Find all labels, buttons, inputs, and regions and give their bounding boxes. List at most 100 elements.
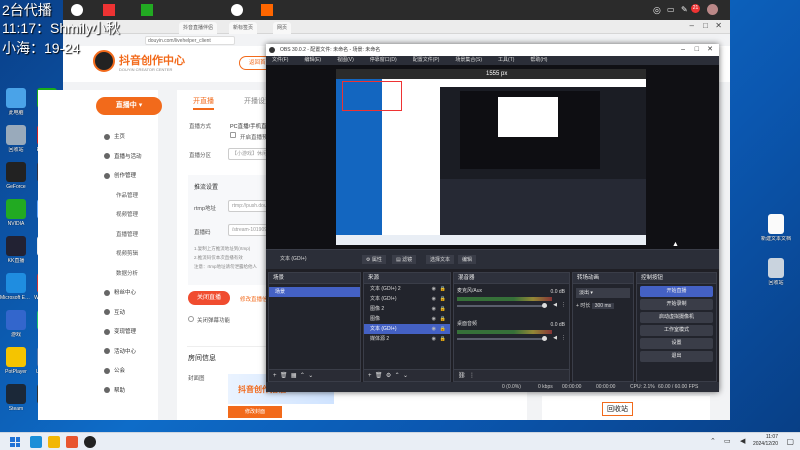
app-icon[interactable] — [66, 436, 78, 448]
tab-2[interactable]: 新标签页 — [229, 22, 258, 34]
source-item[interactable]: 文本 (GDI+) ◉ 🔒 — [364, 294, 450, 304]
menu-item[interactable]: 停靠窗口(D) — [370, 57, 397, 63]
trash-icon[interactable]: 🗑 — [280, 373, 288, 379]
sidebar-item[interactable]: 创作管理 — [104, 171, 136, 179]
edit-button[interactable]: 编辑 — [458, 255, 477, 264]
eye-icon[interactable]: ◉ — [432, 284, 436, 294]
minimize-icon[interactable]: – — [690, 21, 694, 30]
control-button[interactable]: 开始录制 — [640, 299, 713, 310]
preview-checkbox[interactable] — [230, 132, 236, 138]
gear-icon[interactable]: ⋮ — [561, 335, 566, 341]
eye-icon[interactable]: ◉ — [432, 304, 436, 314]
gear-icon[interactable]: ⚙ — [386, 373, 391, 379]
desktop-icon-recycle[interactable]: 回收站 — [760, 258, 792, 286]
menu-item[interactable]: 视图(V) — [337, 57, 354, 63]
control-button[interactable]: 启动虚拟摄像机 — [640, 312, 713, 323]
address-bar[interactable]: douyin.com/livehelper_client — [145, 36, 235, 45]
control-button[interactable]: 工作室模式 — [640, 325, 713, 336]
select-text-button[interactable]: 选择文本 — [426, 255, 455, 264]
gear-icon[interactable]: ⋮ — [561, 302, 566, 308]
sidebar-item[interactable]: 数据分析 — [116, 269, 138, 277]
lock-icon[interactable]: 🔒 — [440, 334, 446, 344]
desktop-icon-text-doc[interactable]: 新建文本文档 — [760, 214, 792, 242]
control-button[interactable]: 设置 — [640, 338, 713, 349]
duration-input[interactable]: 300 ms — [591, 303, 615, 309]
up-icon[interactable]: ⌃ — [395, 373, 400, 379]
edge-icon[interactable] — [30, 436, 42, 448]
tab-1[interactable]: 抖音直播伴侣 — [179, 22, 218, 34]
sidebar-item[interactable]: 视频管理 — [116, 210, 138, 218]
properties-button[interactable]: ⚙ 属性 — [362, 255, 386, 264]
tab-3[interactable]: 网页 — [273, 22, 292, 34]
desktop-icon[interactable]: Microsoft Edge — [0, 273, 32, 301]
stream-key-input[interactable]: /stream-1019099 — [228, 224, 268, 236]
lock-icon[interactable]: 🔒 — [440, 284, 446, 294]
sidebar-item[interactable]: 变现管理 — [104, 327, 136, 335]
control-button[interactable]: 开始直播 — [640, 286, 713, 297]
sidebar-item[interactable]: 互动 — [104, 308, 125, 316]
app-icon[interactable] — [261, 4, 273, 16]
up-icon[interactable]: ⌃ — [300, 373, 305, 379]
minimize-icon[interactable]: – — [681, 44, 685, 56]
sidebar-item[interactable]: 直播与活动 — [104, 152, 142, 160]
source-item[interactable]: 媒体源 2 ◉ 🔒 — [364, 334, 450, 344]
desktop-icon[interactable]: 游戏 — [0, 310, 32, 338]
scene-item[interactable]: 场景 — [269, 287, 360, 297]
maximize-icon[interactable]: □ — [695, 44, 699, 56]
down-icon[interactable]: ⌄ — [403, 373, 408, 379]
obs-taskbar-icon[interactable] — [84, 436, 96, 448]
source-item[interactable]: 文本 (GDI+) 2 ◉ 🔒 — [364, 284, 450, 294]
notifications-icon[interactable]: ▢ — [786, 437, 794, 446]
sidebar-item[interactable]: 主页 — [104, 132, 125, 140]
chat-icon[interactable]: ▭ — [667, 5, 675, 14]
lock-icon[interactable]: 🔒 — [440, 314, 446, 324]
transition-select[interactable]: 淡出 ▾ — [576, 288, 630, 298]
sidebar-item[interactable]: 活动中心 — [104, 347, 136, 355]
desktop-icon[interactable]: KK直播 — [0, 236, 32, 264]
slider-handle[interactable] — [542, 336, 547, 341]
eye-icon[interactable]: ◉ — [432, 294, 436, 304]
eye-icon[interactable]: ◉ — [432, 334, 436, 344]
menu-item[interactable]: 场景集合(S) — [455, 57, 482, 63]
sidebar-item[interactable]: 帮助 — [104, 386, 125, 394]
trash-icon[interactable]: 🗑 — [375, 373, 383, 379]
obs-preview[interactable]: 1555 px ▲ — [266, 65, 719, 249]
volume-slider[interactable] — [457, 303, 547, 308]
close-icon[interactable]: ✕ — [715, 21, 722, 30]
app-icon[interactable] — [103, 4, 115, 16]
desktop-icon[interactable]: NVIDIA — [0, 199, 32, 227]
control-button[interactable]: 退出 — [640, 351, 713, 362]
lock-icon[interactable]: 🔒 — [440, 304, 446, 314]
folder-icon[interactable] — [48, 436, 60, 448]
live-status-button[interactable]: 直播中 ▾ — [96, 97, 162, 115]
change-cover-button[interactable]: 修改封面 — [228, 406, 282, 418]
danmaku-radio[interactable] — [188, 316, 194, 322]
app-icon[interactable] — [231, 4, 243, 16]
site-logo[interactable]: 抖音创作中心 DOUYIN CREATOR CENTER — [93, 50, 213, 76]
desktop-icon[interactable]: 回收站 — [0, 125, 32, 153]
desktop-icon[interactable]: GeForce — [0, 162, 32, 190]
settings-icon[interactable]: ✎ — [681, 5, 688, 14]
slider-handle[interactable] — [542, 303, 547, 308]
speaker-icon[interactable]: ◀ — [553, 335, 557, 341]
speaker-icon[interactable]: ◀ — [553, 302, 557, 308]
category-select[interactable]: 【小游戏】休闲 — [228, 148, 268, 160]
source-item[interactable]: 图像 ◉ 🔒 — [364, 314, 450, 324]
lock-icon[interactable]: 🔒 — [440, 294, 446, 304]
desktop-icon[interactable]: Steam — [0, 384, 32, 412]
sidebar-item[interactable]: 作品管理 — [116, 191, 138, 199]
menu-item[interactable]: 编辑(E) — [304, 57, 321, 63]
menu-item[interactable]: 文件(F) — [272, 57, 288, 63]
sidebar-item[interactable]: 直播管理 — [116, 230, 138, 238]
add-icon[interactable]: + — [273, 373, 277, 379]
settings-icon[interactable]: ▦ — [291, 373, 297, 379]
record-icon[interactable]: ◎ — [653, 5, 661, 16]
menu-icon[interactable]: ⋮ — [469, 373, 475, 379]
windows-start-icon[interactable] — [10, 437, 20, 447]
sidebar-item[interactable]: 公会 — [104, 366, 125, 374]
volume-icon[interactable]: ◀ — [740, 437, 745, 445]
menu-item[interactable]: 工具(T) — [498, 57, 514, 63]
app-icon[interactable] — [141, 4, 153, 16]
network-icon[interactable]: ▭ — [724, 437, 731, 445]
notification-badge[interactable]: 21 — [691, 4, 700, 13]
